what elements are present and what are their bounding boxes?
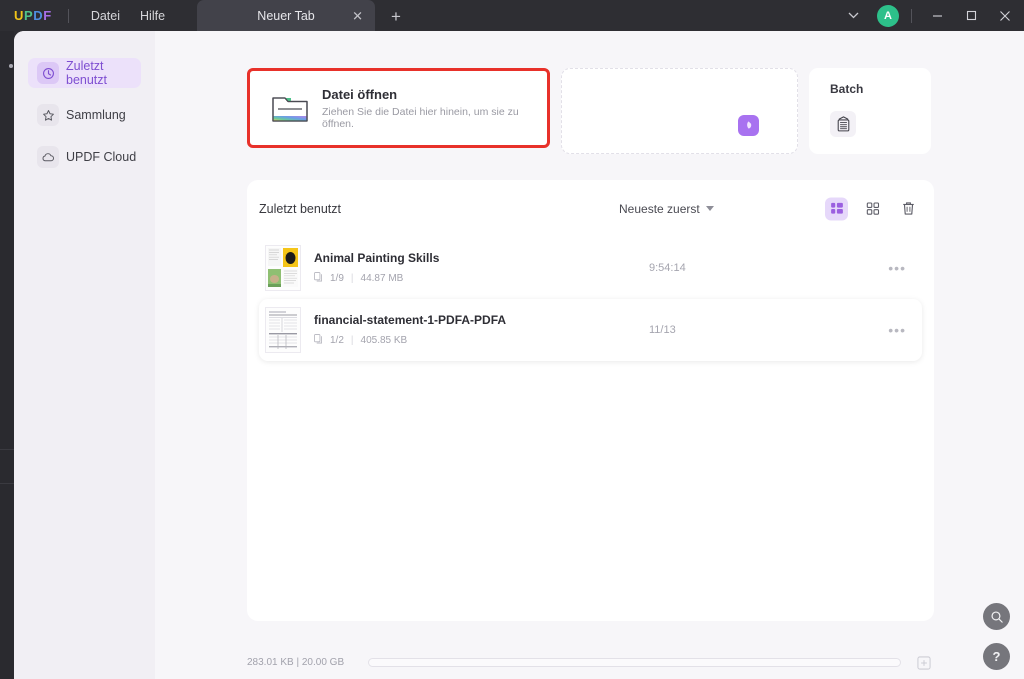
file-size: 405.85 KB <box>360 335 408 346</box>
table-row[interactable]: financial-statement-1-PDFA-PDFA 1/2 | 40… <box>259 299 922 361</box>
main-content: Datei öffnen Ziehen Sie die Datei hier h… <box>155 31 1024 679</box>
open-file-title: Datei öffnen <box>322 86 398 102</box>
sidebar-item-label: Zuletzt benutzt <box>66 59 108 87</box>
sidebar-item-zuletzt-benutzt[interactable]: Zuletzt benutzt <box>28 58 141 88</box>
batch-icon <box>830 111 856 137</box>
clock-icon <box>37 62 59 84</box>
batch-title: Batch <box>830 82 864 96</box>
tab-label: Neuer Tab <box>257 8 315 23</box>
chevron-down-icon[interactable] <box>836 10 871 22</box>
file-meta: 1/2 | 405.85 KB <box>314 334 506 347</box>
star-icon <box>37 104 59 126</box>
help-fab-button[interactable]: ? <box>983 643 1010 670</box>
sidebar-item-sammlung[interactable]: Sammlung <box>28 100 141 130</box>
file-size: 44.87 MB <box>360 273 404 284</box>
recent-files-panel: Zuletzt benutzt Neueste zuerst Animal Pa… <box>247 180 934 621</box>
logo-letter-u: U <box>14 8 24 23</box>
open-file-text: Datei öffnen Ziehen Sie die Datei hier h… <box>322 87 547 130</box>
file-info: financial-statement-1-PDFA-PDFA 1/2 | 40… <box>314 313 506 347</box>
sidebar-item-label: Sammlung <box>66 108 126 122</box>
recent-panel-title: Zuletzt benutzt <box>259 201 341 216</box>
logo-letter-f: F <box>43 8 52 23</box>
recent-header: Zuletzt benutzt Neueste zuerst <box>247 180 934 237</box>
view-toolbar <box>825 197 920 220</box>
cloud-icon <box>37 146 59 168</box>
open-file-card[interactable]: Datei öffnen Ziehen Sie die Datei hier h… <box>247 68 550 148</box>
avatar[interactable]: A <box>877 4 899 27</box>
file-name: Animal Painting Skills <box>314 251 440 265</box>
storage-usage-label: 283.01 KB | 20.00 GB <box>247 657 345 668</box>
table-row[interactable]: Animal Painting Skills 1/9 | 44.87 MB 9:… <box>259 237 922 299</box>
file-name: financial-statement-1-PDFA-PDFA <box>314 313 507 327</box>
meta-divider: | <box>350 335 354 346</box>
list-view-icon[interactable] <box>825 197 848 220</box>
updf-window: U P D F Datei Hilfe Neuer Tab ✕ + A Zule… <box>0 0 1024 679</box>
file-time: 11/13 <box>649 324 676 336</box>
meta-divider: | <box>350 273 354 284</box>
add-tab-icon[interactable]: + <box>391 8 401 25</box>
open-file-subtitle: Ziehen Sie die Datei hier hinein, um sie… <box>322 105 519 130</box>
ai-badge-icon[interactable] <box>738 115 759 136</box>
window-controls: A <box>836 0 1024 31</box>
updf-logo: U P D F <box>14 8 52 23</box>
more-options-icon[interactable]: ••• <box>888 322 906 338</box>
maximize-button[interactable] <box>954 0 988 31</box>
quick-action-cards: Datei öffnen Ziehen Sie die Datei hier h… <box>247 68 931 154</box>
search-fab-button[interactable] <box>983 603 1010 630</box>
sidebar-item-updf-cloud[interactable]: UPDF Cloud <box>28 142 141 172</box>
grid-view-icon[interactable] <box>861 197 884 220</box>
edge-divider-2 <box>0 483 14 484</box>
file-thumbnail <box>265 245 301 291</box>
minimize-button[interactable] <box>920 0 954 31</box>
file-pages: 1/2 <box>330 335 344 346</box>
file-pages: 1/9 <box>330 273 344 284</box>
title-bar: U P D F Datei Hilfe Neuer Tab ✕ + A <box>0 0 1024 31</box>
close-window-button[interactable] <box>988 0 1022 31</box>
sidebar: Zuletzt benutzt Sammlung UPDF Cloud <box>14 31 155 679</box>
sort-dropdown-label: Neueste zuerst <box>619 201 700 216</box>
logo-letter-p: P <box>24 8 34 23</box>
tab-neuer-tab[interactable]: Neuer Tab ✕ <box>197 0 376 31</box>
file-meta: 1/9 | 44.87 MB <box>314 272 439 285</box>
file-time: 9:54:14 <box>649 262 686 274</box>
file-thumbnail <box>265 307 301 353</box>
logo-letter-d: D <box>33 8 44 23</box>
tab-bar: Neuer Tab ✕ + <box>197 0 401 31</box>
sidebar-item-label: UPDF Cloud <box>66 150 137 164</box>
window-controls-divider <box>911 8 912 23</box>
chevron-down-icon <box>705 206 714 211</box>
pages-icon <box>314 334 323 347</box>
left-edge-strip <box>0 31 14 679</box>
status-bar: 283.01 KB | 20.00 GB <box>155 646 1024 679</box>
edge-indicator-dot <box>9 64 13 68</box>
window-body: Zuletzt benutzt Sammlung UPDF Cloud Date… <box>14 31 1024 679</box>
help-icon: ? <box>992 649 1001 664</box>
storage-progress-bar <box>368 658 902 667</box>
menu-datei[interactable]: Datei <box>81 5 130 27</box>
close-icon[interactable]: ✕ <box>352 9 363 22</box>
pages-icon <box>314 272 323 285</box>
more-options-icon[interactable]: ••• <box>888 260 906 276</box>
drop-zone-card[interactable] <box>561 68 798 154</box>
titlebar-divider <box>67 8 69 23</box>
menu-hilfe[interactable]: Hilfe <box>130 5 175 27</box>
add-storage-icon[interactable] <box>917 655 931 670</box>
trash-icon[interactable] <box>897 197 920 220</box>
file-info: Animal Painting Skills 1/9 | 44.87 MB <box>314 251 439 285</box>
edge-divider-1 <box>0 449 14 450</box>
sort-dropdown[interactable]: Neueste zuerst <box>619 202 714 216</box>
batch-card[interactable]: Batch <box>809 68 931 154</box>
folder-icon <box>271 92 309 124</box>
